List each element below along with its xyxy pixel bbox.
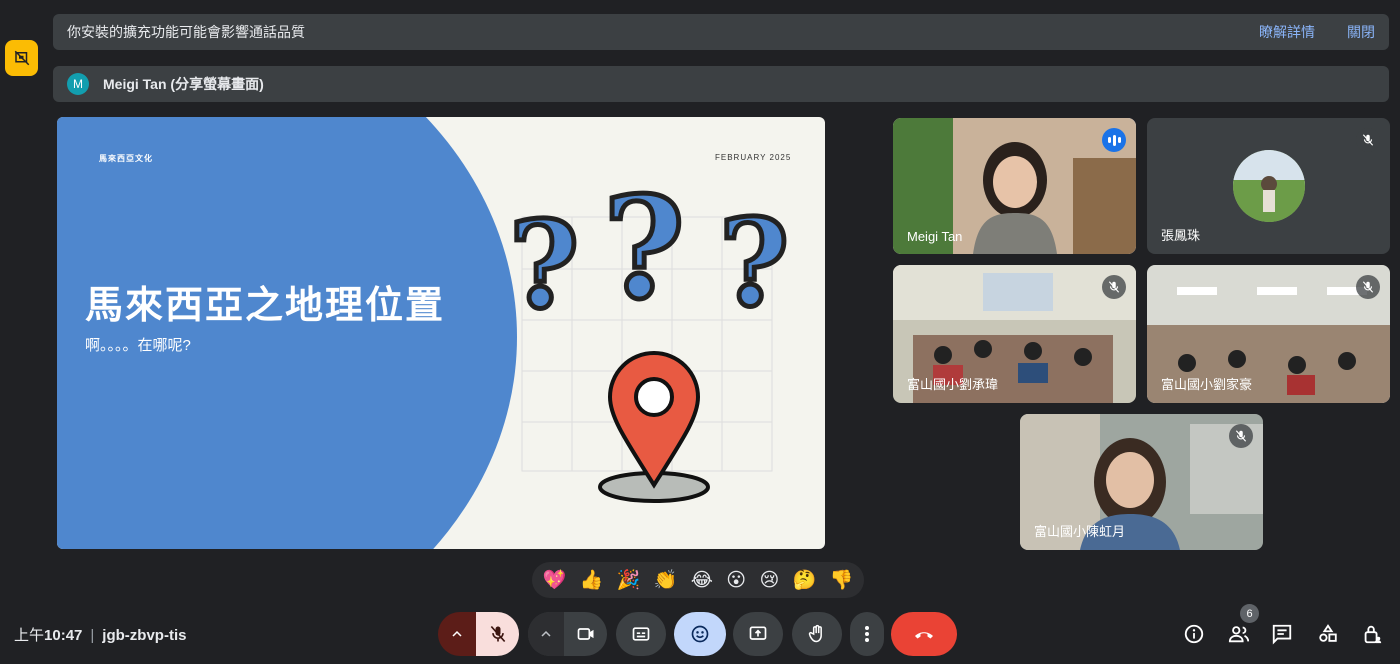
presenter-bar: M Meigi Tan (分享螢幕畫面) <box>53 66 1389 102</box>
participant-count-badge: 6 <box>1240 604 1259 623</box>
slide-title: 馬來西亞之地理位置 <box>85 285 446 327</box>
reactions-bar: 💖 👍 🎉 👏 😂 😮 😢 🤔 👎 <box>532 562 864 598</box>
participant-tile[interactable]: 富山國小劉家豪 <box>1147 265 1390 403</box>
slide-blue-circle <box>57 117 517 549</box>
more-vertical-icon <box>865 626 869 642</box>
participant-tile[interactable]: Meigi Tan <box>893 118 1136 254</box>
camera-icon <box>577 628 593 640</box>
close-banner-link[interactable]: 關閉 <box>1347 22 1375 42</box>
reaction-thumbs-down[interactable]: 👎 <box>830 568 854 592</box>
present-screen-button[interactable] <box>733 612 783 656</box>
present-screen-icon <box>749 626 767 640</box>
more-options-button[interactable] <box>850 612 884 656</box>
participant-name: Meigi Tan <box>907 229 963 244</box>
participant-name: 富山國小劉家豪 <box>1161 377 1253 392</box>
raise-hand-button[interactable] <box>792 612 842 656</box>
video-effects-warning-button[interactable] <box>5 40 38 76</box>
participant-tile[interactable]: 富山國小陳虹月 <box>1020 414 1263 550</box>
muted-mic-icon <box>1102 275 1126 299</box>
extension-warning-banner: 你安裝的擴充功能可能會影響通話品質 瞭解詳情 關閉 <box>53 14 1389 50</box>
svg-text:?: ? <box>719 193 789 334</box>
meeting-code: jgb-zbvp-tis <box>102 627 187 644</box>
presenter-avatar: M <box>67 73 89 95</box>
reaction-laughing[interactable]: 😂 <box>691 569 713 592</box>
svg-text:?: ? <box>509 195 579 336</box>
reactions-button[interactable] <box>674 612 726 656</box>
reaction-party-popper[interactable]: 🎉 <box>617 568 641 592</box>
participant-name: 張鳳珠 <box>1161 228 1201 243</box>
slide-date: FEBRUARY 2025 <box>715 153 792 162</box>
activities-button[interactable] <box>1316 622 1340 646</box>
camera-control-group <box>528 612 607 656</box>
chat-icon <box>1272 624 1292 645</box>
info-icon <box>1184 624 1204 644</box>
reaction-surprised[interactable]: 😮 <box>726 569 746 592</box>
raise-hand-icon <box>808 624 822 643</box>
chevron-up-icon <box>541 630 551 637</box>
reaction-thumbs-up[interactable]: 👍 <box>580 568 604 592</box>
participant-name: 富山國小陳虹月 <box>1034 524 1126 539</box>
end-call-icon <box>915 632 933 639</box>
time-prefix: 上午 <box>14 627 45 644</box>
captions-button[interactable] <box>616 612 666 656</box>
people-button[interactable] <box>1227 622 1251 646</box>
camera-toggle-button[interactable] <box>564 612 607 656</box>
mic-off-icon <box>490 625 505 643</box>
shared-screen-slide: 馬來西亞文化 FEBRUARY 2025 馬來西亞之地理位置 啊。。。。在哪呢?… <box>57 117 825 549</box>
presenter-label: Meigi Tan (分享螢幕畫面) <box>103 76 264 92</box>
leave-call-button[interactable] <box>891 612 957 656</box>
meeting-details-button[interactable] <box>1182 622 1206 646</box>
speaking-indicator-icon <box>1102 128 1126 152</box>
people-icon <box>1228 626 1250 643</box>
captions-icon <box>632 627 650 641</box>
host-controls-button[interactable] <box>1360 622 1384 646</box>
muted-mic-icon <box>1356 128 1380 152</box>
reaction-clapping[interactable]: 👏 <box>654 568 678 592</box>
no-video-effects-icon <box>14 50 29 66</box>
emoji-icon <box>691 625 709 643</box>
question-marks-location-illustration: ? ? ? <box>507 177 792 503</box>
slide-brand: 馬來西亞文化 <box>99 154 153 163</box>
warning-message: 你安裝的擴充功能可能會影響通話品質 <box>67 24 305 40</box>
participant-tile[interactable]: 張鳳珠 <box>1147 118 1390 254</box>
reaction-crying[interactable]: 😢 <box>759 569 779 592</box>
participant-tile[interactable]: 富山國小劉承瑋 <box>893 265 1136 403</box>
learn-more-link[interactable]: 瞭解詳情 <box>1259 22 1315 42</box>
meeting-time: 10:47 <box>44 627 83 644</box>
muted-mic-icon <box>1356 275 1380 299</box>
lock-person-icon <box>1364 625 1382 644</box>
chevron-up-icon <box>452 630 462 637</box>
participant-name: 富山國小劉承瑋 <box>907 377 999 392</box>
reaction-thinking[interactable]: 🤔 <box>793 568 817 592</box>
svg-text:?: ? <box>603 177 685 331</box>
mic-control-group <box>438 612 519 656</box>
activities-icon <box>1319 624 1337 642</box>
chat-button[interactable] <box>1270 622 1294 646</box>
microphone-toggle-button[interactable] <box>476 612 519 656</box>
muted-mic-icon <box>1229 424 1253 448</box>
meeting-info: 上午10:47 | jgb-zbvp-tis <box>14 624 186 645</box>
video-options-button[interactable] <box>528 612 564 656</box>
reaction-sparkling-heart[interactable]: 💖 <box>543 568 567 592</box>
separator: | <box>90 627 95 644</box>
audio-options-button[interactable] <box>438 612 476 656</box>
avatar <box>1233 150 1305 222</box>
slide-subtitle: 啊。。。。在哪呢? <box>85 337 191 354</box>
